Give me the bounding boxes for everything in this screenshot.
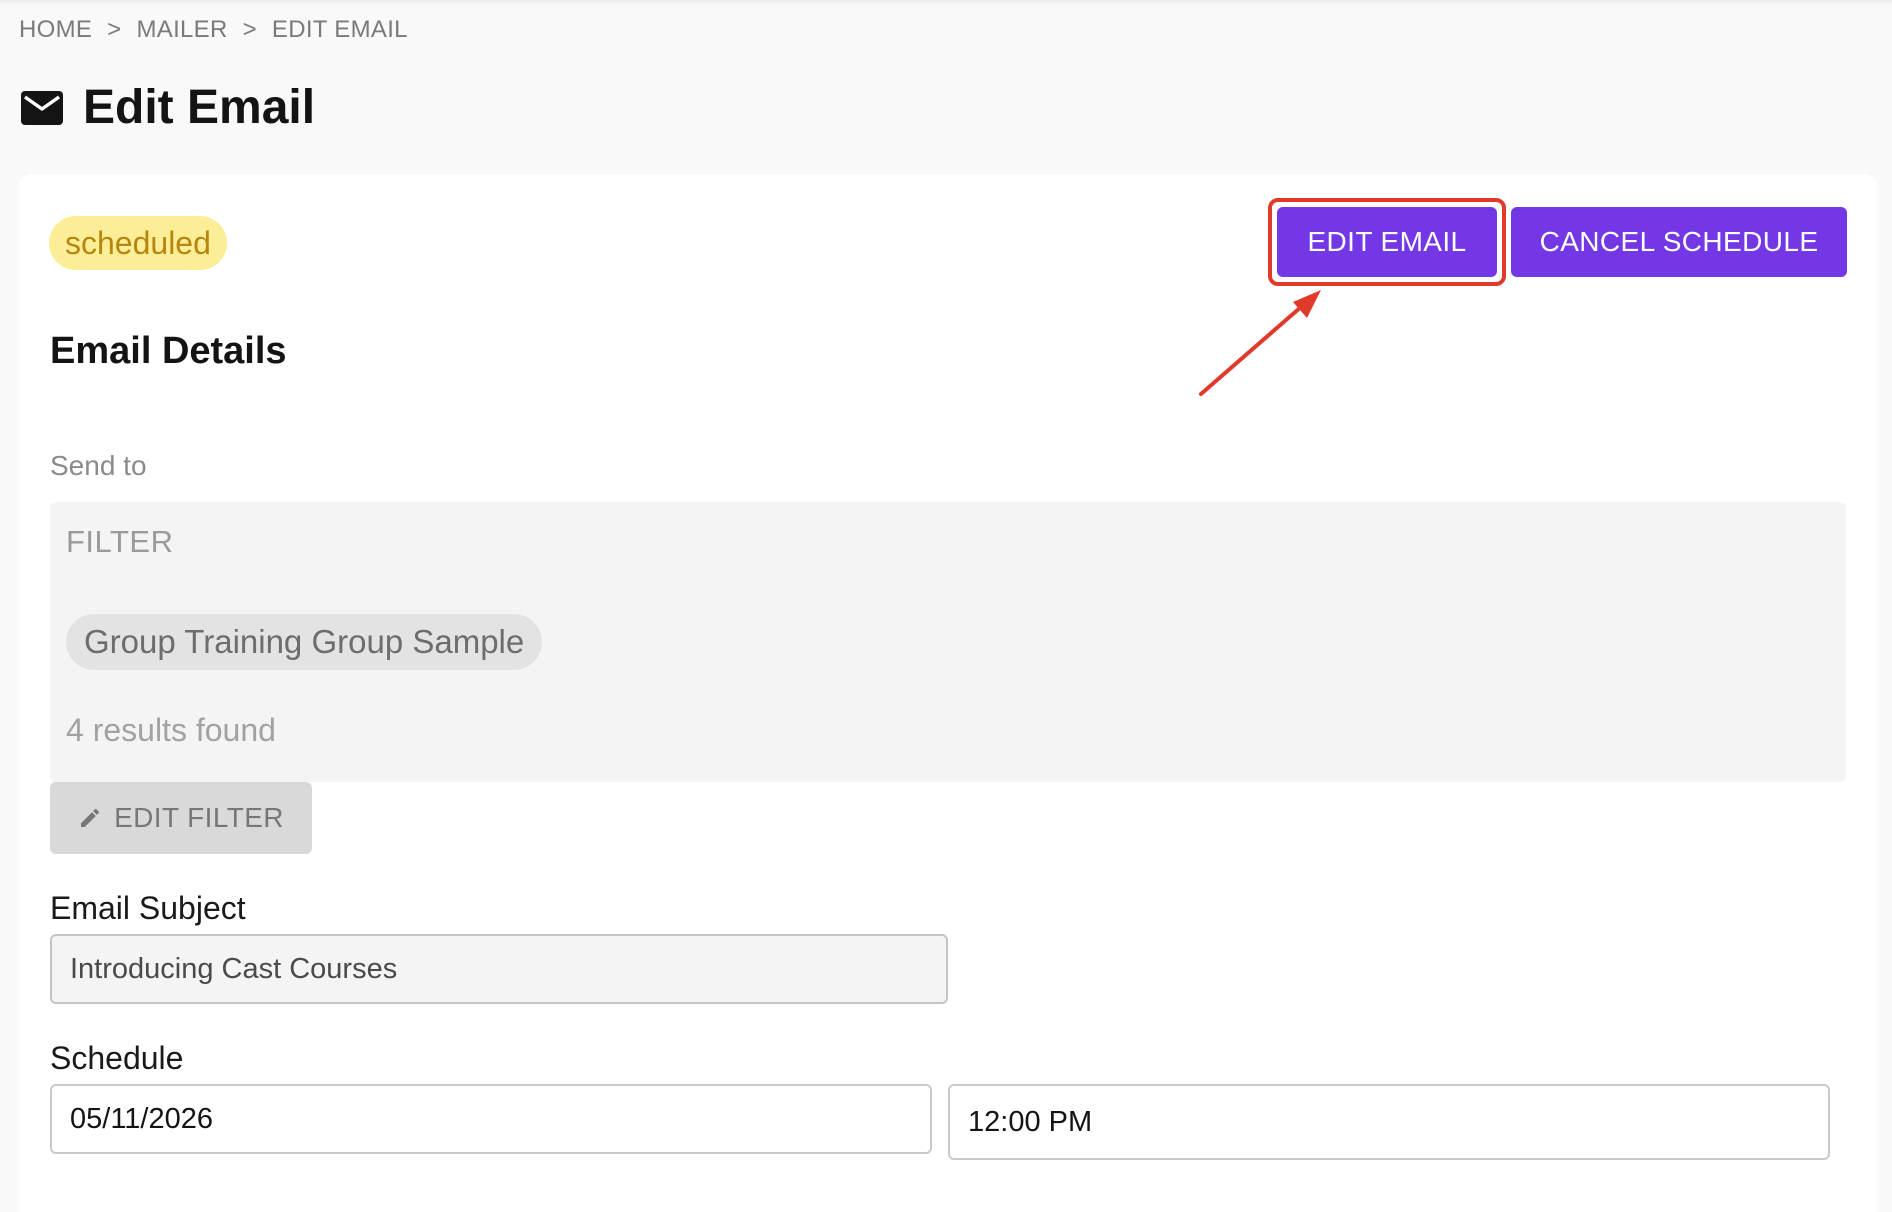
email-card: scheduled EDIT EMAIL CANCEL SCHEDULE Ema… xyxy=(19,174,1877,1212)
filter-panel: FILTER Group Training Group Sample 4 res… xyxy=(50,502,1846,782)
filter-heading: FILTER xyxy=(66,524,174,559)
filter-chip: Group Training Group Sample xyxy=(66,614,543,670)
breadcrumb-separator: > xyxy=(242,16,257,43)
schedule-date-input[interactable] xyxy=(50,1084,932,1154)
page-header: Edit Email xyxy=(21,80,315,135)
annotation-arrow-icon xyxy=(1199,290,1321,396)
email-subject-input[interactable] xyxy=(50,934,948,1004)
edit-filter-label: EDIT FILTER xyxy=(114,802,284,833)
breadcrumb-current: EDIT EMAIL xyxy=(271,16,408,43)
cancel-schedule-button[interactable]: CANCEL SCHEDULE xyxy=(1511,207,1847,277)
results-count: 4 results found xyxy=(66,712,276,748)
pencil-icon xyxy=(81,808,100,827)
top-divider xyxy=(0,0,1892,6)
breadcrumb: HOME > MAILER > EDIT EMAIL xyxy=(19,16,408,44)
page-title: Edit Email xyxy=(83,81,316,134)
email-subject-label: Email Subject xyxy=(50,890,246,926)
mail-icon xyxy=(21,90,63,125)
schedule-label: Schedule xyxy=(50,1040,184,1076)
send-to-label: Send to xyxy=(50,450,147,481)
edit-email-button[interactable]: EDIT EMAIL xyxy=(1277,207,1497,277)
breadcrumb-mailer[interactable]: MAILER xyxy=(136,16,227,43)
section-title: Email Details xyxy=(50,330,287,372)
schedule-time-input[interactable] xyxy=(948,1084,1830,1160)
page: HOME > MAILER > EDIT EMAIL Edit Email sc… xyxy=(0,0,1892,1212)
edit-filter-button[interactable]: EDIT FILTER xyxy=(50,782,312,854)
breadcrumb-separator: > xyxy=(107,16,122,43)
breadcrumb-home[interactable]: HOME xyxy=(19,16,92,43)
status-badge: scheduled xyxy=(49,216,227,270)
